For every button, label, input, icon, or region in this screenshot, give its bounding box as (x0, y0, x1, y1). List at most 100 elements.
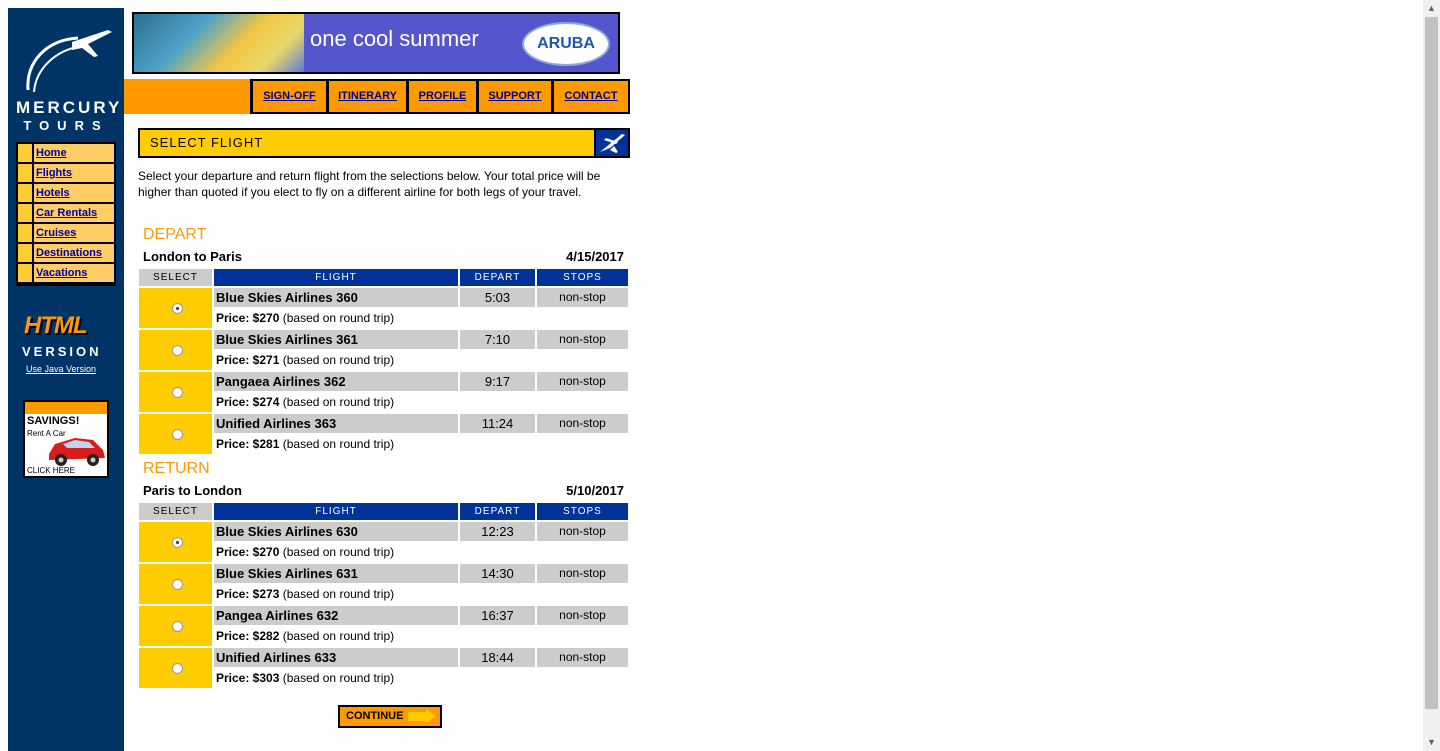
bullet-icon (18, 264, 32, 282)
depart-heading: DEPART (143, 226, 207, 243)
return-radio-2[interactable] (172, 621, 183, 632)
return-date: 5/10/2017 (566, 483, 624, 498)
depart-radio-0[interactable] (172, 303, 183, 314)
arrow-right-icon (408, 712, 428, 721)
sidebar-item-vacations[interactable]: Vacations (18, 264, 114, 282)
scroll-up-icon[interactable]: ▲ (1423, 0, 1440, 17)
flight-name: Blue Skies Airlines 630 (214, 522, 458, 541)
tab-profile[interactable]: PROFILE (409, 81, 476, 112)
flight-price: Price: $303 (based on round trip) (216, 669, 394, 688)
sidebar-item-label[interactable]: Cruises (34, 224, 114, 242)
flight-name: Blue Skies Airlines 360 (214, 288, 458, 307)
bullet-icon (18, 164, 32, 182)
flight-time: 12:23 (460, 522, 535, 541)
return-radio-3[interactable] (172, 663, 183, 674)
sidebar-item-home[interactable]: Home (18, 144, 114, 162)
price-note: (based on round trip) (282, 671, 395, 685)
sidebar-item-flights[interactable]: Flights (18, 164, 114, 182)
price-value: Price: $303 (216, 671, 280, 685)
price-note: (based on round trip) (282, 353, 395, 367)
col-select: SELECT (139, 269, 212, 286)
sidebar-item-label[interactable]: Car Rentals (34, 204, 114, 222)
col-select: SELECT (139, 503, 212, 520)
java-version-link[interactable]: Use Java Version (26, 364, 96, 374)
logo-word-tours: TOURS (23, 118, 109, 133)
version-label: VERSION (22, 344, 102, 359)
flight-stops: non-stop (537, 564, 628, 583)
col-depart: DEPART (460, 503, 535, 520)
flight-stops: non-stop (537, 522, 628, 541)
tab-sign-off[interactable]: SIGN-OFF (253, 81, 326, 112)
price-note: (based on round trip) (282, 395, 395, 409)
rent-a-car-ad[interactable]: SAVINGS! Rent A Car CLICK HERE (23, 400, 109, 478)
scroll-thumb[interactable] (1425, 17, 1438, 709)
flight-time: 16:37 (460, 606, 535, 625)
flight-price: Price: $270 (based on round trip) (216, 543, 394, 562)
mercury-tours-logo[interactable]: MERCURY TOURS (16, 22, 123, 133)
red-car-icon (49, 438, 105, 466)
depart-radio-3[interactable] (172, 429, 183, 440)
logo-word-mercury: MERCURY (16, 98, 123, 117)
col-stops: STOPS (537, 503, 628, 520)
flight-price: Price: $270 (based on round trip) (216, 309, 394, 328)
flight-stops: non-stop (537, 414, 628, 433)
return-route: Paris to London (143, 483, 242, 498)
sidebar-item-label[interactable]: Flights (34, 164, 114, 182)
aruba-banner[interactable]: one cool summer ARUBA (132, 12, 620, 74)
flight-stops: non-stop (537, 330, 628, 349)
return-radio-0[interactable] (172, 537, 183, 548)
scroll-down-icon[interactable]: ▼ (1423, 734, 1440, 751)
sidebar-item-cruises[interactable]: Cruises (18, 224, 114, 242)
price-note: (based on round trip) (282, 587, 395, 601)
col-flight: FLIGHT (214, 503, 458, 520)
depart-date: 4/15/2017 (566, 249, 624, 264)
price-value: Price: $282 (216, 629, 280, 643)
plane-swoosh-icon (26, 30, 112, 93)
flight-price: Price: $281 (based on round trip) (216, 435, 394, 454)
sidebar-item-car-rentals[interactable]: Car Rentals (18, 204, 114, 222)
price-value: Price: $273 (216, 587, 280, 601)
flight-name: Unified Airlines 363 (214, 414, 458, 433)
bullet-icon (18, 184, 32, 202)
price-value: Price: $270 (216, 545, 280, 559)
tab-contact[interactable]: CONTACT (554, 81, 628, 112)
sidebar-item-label[interactable]: Vacations (34, 264, 114, 282)
flight-price: Price: $271 (based on round trip) (216, 351, 394, 370)
ad-top-bar (25, 402, 107, 414)
depart-radio-1[interactable] (172, 345, 183, 356)
flight-time: 11:24 (460, 414, 535, 433)
price-note: (based on round trip) (282, 311, 395, 325)
bullet-icon (18, 144, 32, 162)
price-value: Price: $281 (216, 437, 280, 451)
flight-stops: non-stop (537, 288, 628, 307)
flight-name: Pangaea Airlines 362 (214, 372, 458, 391)
banner-tagline: one cool summer (310, 26, 479, 51)
depart-radio-2[interactable] (172, 387, 183, 398)
sidebar-item-label[interactable]: Destinations (34, 244, 114, 262)
tab-support[interactable]: SUPPORT (479, 81, 551, 112)
intro-text: Select your departure and return flight … (138, 169, 601, 199)
continue-button-face: CONTINUE (340, 707, 440, 726)
flight-name: Blue Skies Airlines 631 (214, 564, 458, 583)
flight-price: Price: $273 (based on round trip) (216, 585, 394, 604)
return-radio-1[interactable] (172, 579, 183, 590)
continue-button[interactable]: CONTINUE (338, 705, 442, 728)
continue-label: CONTINUE (346, 710, 404, 722)
price-value: Price: $274 (216, 395, 280, 409)
col-flight: FLIGHT (214, 269, 458, 286)
tab-itinerary[interactable]: ITINERARY (329, 81, 406, 112)
ad-cta: CLICK HERE (27, 466, 76, 475)
flight-price: Price: $274 (based on round trip) (216, 393, 394, 412)
sidebar-item-label[interactable]: Hotels (34, 184, 114, 202)
sidebar-item-label[interactable]: Home (34, 144, 114, 162)
price-value: Price: $271 (216, 353, 280, 367)
col-depart: DEPART (460, 269, 535, 286)
page-title: SELECT FLIGHT (150, 135, 264, 150)
flight-stops: non-stop (537, 606, 628, 625)
sidebar-item-hotels[interactable]: Hotels (18, 184, 114, 202)
top-nav: SIGN-OFF ITINERARY PROFILE SUPPORT CONTA… (124, 79, 630, 114)
vertical-scrollbar[interactable]: ▲ ▼ (1423, 0, 1440, 751)
flight-name: Pangea Airlines 632 (214, 606, 458, 625)
sidebar-item-destinations[interactable]: Destinations (18, 244, 114, 262)
flight-price: Price: $282 (based on round trip) (216, 627, 394, 646)
